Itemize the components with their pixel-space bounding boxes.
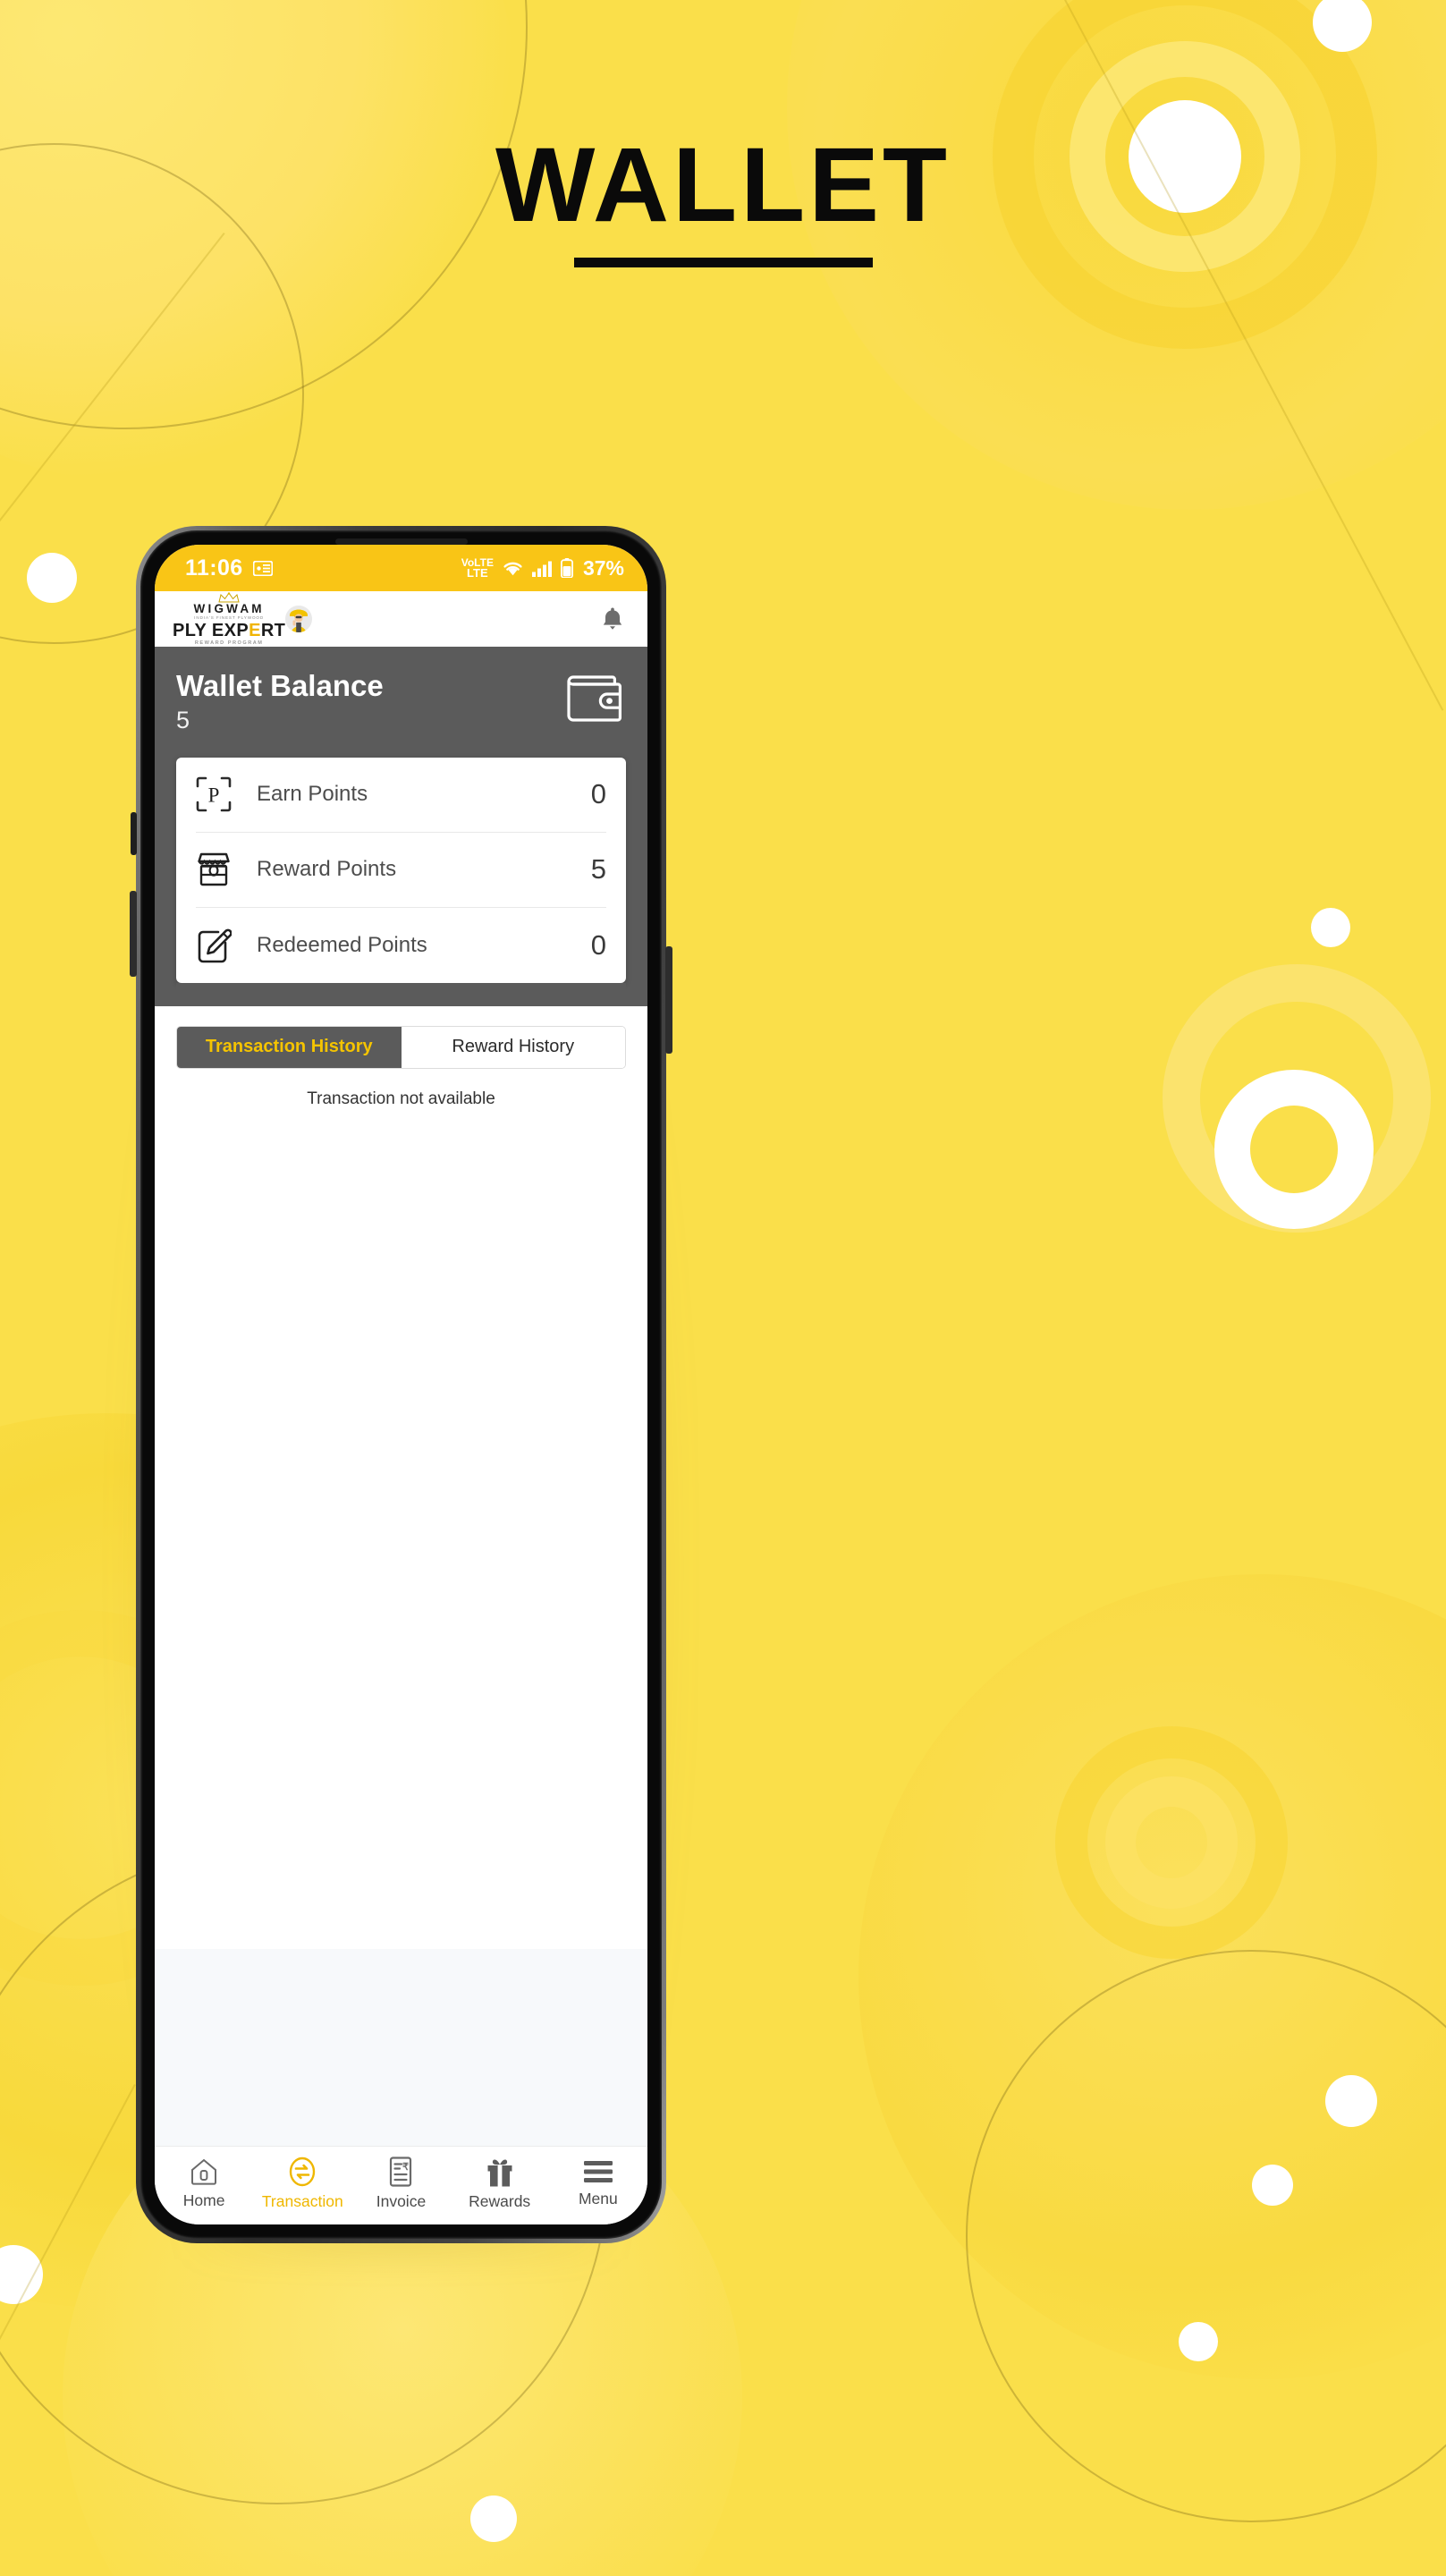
points-row-earn[interactable]: P Earn Points 0: [196, 758, 606, 833]
nav-item-menu[interactable]: Menu: [557, 2159, 639, 2208]
page-title: WALLET: [495, 126, 951, 244]
bg-ring: [1214, 1070, 1374, 1229]
cellular-signal-icon: [531, 560, 553, 577]
phone-volume-button[interactable]: [130, 891, 137, 977]
bg-circle: [1311, 908, 1350, 947]
points-summary-card: P Earn Points 0 Reward Points 5 Redeemed…: [176, 757, 626, 983]
status-bar-time: 11:06: [185, 555, 243, 580]
wallet-balance-row: Wallet Balance 5: [176, 670, 626, 734]
worker-avatar-icon: [285, 606, 313, 632]
points-row-label: Earn Points: [257, 782, 368, 807]
status-bar-left: 11:06: [185, 555, 273, 581]
status-bar-right: VoLTE LTE 37%: [461, 556, 624, 580]
battery-percent-label: 37%: [582, 555, 624, 580]
earpiece-speaker: [334, 538, 468, 545]
app-logo: WIGWAM INDIA'S FINEST PLYWOOD PLY EXPERT…: [173, 592, 313, 646]
points-row-label: Redeemed Points: [257, 932, 427, 957]
scan-points-icon: P: [196, 776, 241, 812]
transaction-icon: [288, 2157, 317, 2187]
edit-note-icon: [196, 928, 241, 963]
wallet-panel-spacer: [176, 982, 626, 1006]
nav-item-transaction[interactable]: Transaction: [261, 2157, 343, 2211]
wallet-balance-value: 5: [176, 706, 190, 733]
wifi-icon: [502, 560, 524, 577]
page-title-underline: [573, 258, 873, 267]
volte-indicator: VoLTE LTE: [461, 556, 494, 580]
history-list-area: [155, 1108, 647, 1949]
nav-label: Home: [182, 2191, 225, 2209]
points-row-value: 0: [590, 778, 606, 810]
points-row-value: 0: [590, 928, 606, 961]
nav-label: Transaction: [261, 2192, 343, 2210]
points-row-value: 5: [590, 853, 606, 886]
logo-subtitle: REWARD PROGRAM: [194, 640, 264, 646]
nav-item-home[interactable]: Home: [163, 2157, 245, 2210]
hamburger-icon: [583, 2159, 613, 2184]
bg-circle: [470, 2496, 517, 2542]
battery-icon: [560, 558, 573, 578]
nav-label: Rewards: [469, 2191, 531, 2210]
phone-bezel: 11:06 VoLTE LTE 37% WIGWAM INDIA'S FINES…: [140, 530, 662, 2239]
logo-main-name: PLY EXPERT: [173, 620, 286, 640]
home-icon: [190, 2157, 218, 2186]
points-row-redeemed[interactable]: Redeemed Points 0: [196, 908, 606, 983]
app-logo-text: WIGWAM INDIA'S FINEST PLYWOOD PLY EXPERT…: [173, 592, 285, 646]
phone-screen: 11:06 VoLTE LTE 37% WIGWAM INDIA'S FINES…: [155, 545, 647, 2224]
tab-transaction-history[interactable]: Transaction History: [177, 1026, 402, 1068]
volte-bottom-label: LTE: [467, 565, 488, 580]
phone-mockup: 11:06 VoLTE LTE 37% WIGWAM INDIA'S FINES…: [116, 526, 686, 2259]
points-row-label: Reward Points: [257, 857, 397, 882]
svg-text:P: P: [208, 784, 220, 807]
phone-power-button[interactable]: [665, 946, 672, 1054]
tab-reward-history[interactable]: Reward History: [401, 1026, 625, 1068]
history-tabs: Transaction History Reward History: [176, 1025, 626, 1069]
nav-item-rewards[interactable]: Rewards: [459, 2157, 541, 2211]
nav-label: Menu: [578, 2190, 618, 2207]
nav-item-invoice[interactable]: ₹ Invoice: [359, 2157, 442, 2211]
svg-text:₹: ₹: [402, 2162, 409, 2173]
page-title-block: WALLET: [0, 132, 1446, 267]
wallet-balance-text-block: Wallet Balance 5: [176, 670, 384, 734]
store-icon: [196, 852, 241, 887]
bottom-navigation: Home Transaction ₹ Invoice Rewards Menu: [155, 2146, 647, 2224]
history-tabs-container: Transaction History Reward History: [155, 1005, 647, 1069]
app-header: WIGWAM INDIA'S FINEST PLYWOOD PLY EXPERT…: [155, 591, 647, 647]
sim-card-icon: [252, 560, 273, 576]
phone-frame: 11:06 VoLTE LTE 37% WIGWAM INDIA'S FINES…: [130, 526, 672, 2243]
phone-mute-button[interactable]: [131, 812, 137, 855]
points-row-reward[interactable]: Reward Points 5: [196, 833, 606, 908]
wallet-balance-label: Wallet Balance: [176, 669, 384, 702]
gift-icon: [486, 2157, 514, 2187]
wallet-icon: [563, 670, 626, 725]
bg-ring: [1105, 1776, 1238, 1909]
bell-icon[interactable]: [601, 606, 624, 631]
history-list-bottom-area: [155, 1949, 647, 2146]
status-bar: 11:06 VoLTE LTE 37%: [155, 545, 647, 591]
logo-brand-name: WIGWAM: [193, 601, 265, 615]
wallet-balance-panel: Wallet Balance 5 P Earn Points 0 Reward …: [155, 647, 647, 1006]
empty-state-message: Transaction not available: [155, 1068, 647, 1109]
nav-label: Invoice: [376, 2192, 427, 2210]
invoice-icon: ₹: [387, 2157, 414, 2187]
